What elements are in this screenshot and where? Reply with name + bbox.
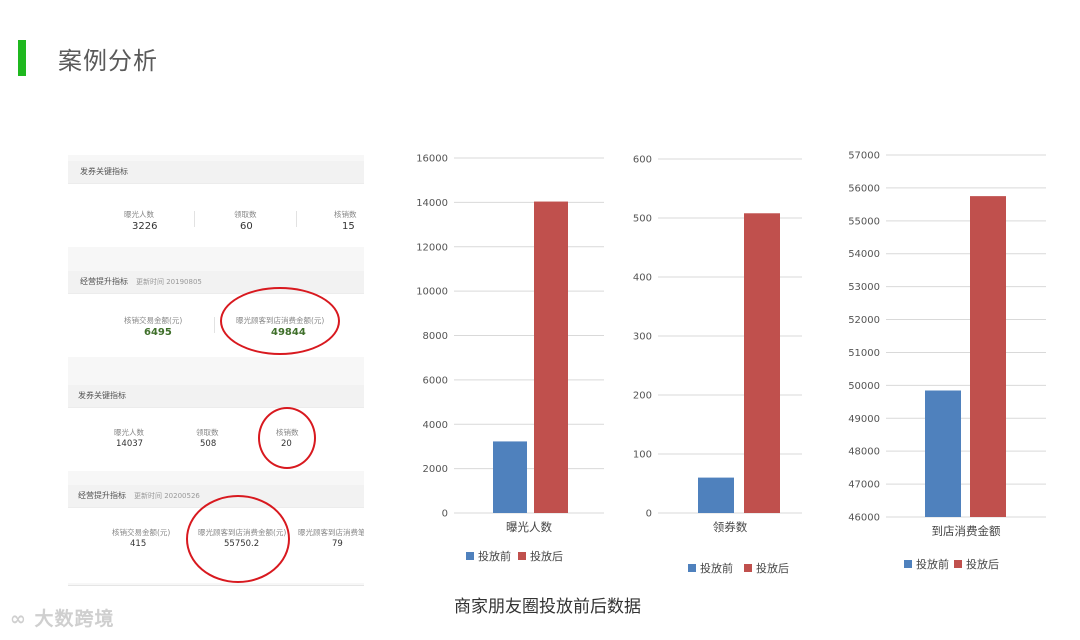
card-header: 发券关键指标 <box>80 167 128 176</box>
highlight-circle <box>186 495 290 583</box>
x-category-label: 曝光人数 <box>506 520 552 534</box>
y-tick-label: 300 <box>633 332 652 343</box>
metric-label: 核销交易金额(元) <box>124 316 183 325</box>
y-tick-label: 200 <box>633 391 652 402</box>
legend-swatch <box>518 552 526 560</box>
legend-label: 投放后 <box>530 549 563 563</box>
metric-label: 曝光人数 <box>124 210 154 219</box>
y-tick-label: 600 <box>633 155 652 166</box>
chart-caption: 商家朋友圈投放前后数据 <box>454 597 641 617</box>
bar-after <box>744 213 780 513</box>
metric-value: 415 <box>130 539 147 549</box>
watermark-logo: ∞ 大数跨境 <box>10 608 115 630</box>
metric-value: 15 <box>342 221 355 232</box>
y-tick-label: 46000 <box>848 513 880 524</box>
watermark-icon: ∞ <box>10 608 27 630</box>
metric-label: 领取数 <box>196 428 219 437</box>
exposure-bar-chart: 0 2000 4000 6000 8000 10000 12000 14000 16000 曝光人… <box>416 154 604 563</box>
y-tick-label: 16000 <box>416 154 448 165</box>
y-tick-label: 14000 <box>416 198 448 209</box>
legend-swatch <box>904 560 912 568</box>
highlight-circle <box>220 287 340 355</box>
bar-before <box>698 477 734 513</box>
y-tick-label: 55000 <box>848 216 880 227</box>
y-tick-label: 12000 <box>416 242 448 253</box>
legend-label: 投放前 <box>916 557 949 571</box>
coupon-metrics-card-after: 发券关键指标 曝光人数 14037 领取数 508 核销数 20 <box>68 385 364 471</box>
y-tick-label: 53000 <box>848 282 880 293</box>
metric-label: 核销交易金额(元) <box>112 528 171 537</box>
metrics-screenshot: 发券关键指标 曝光人数 3226 领取数 60 核销数 15 经营提升指标 更新… <box>68 155 364 586</box>
y-tick-label: 400 <box>633 273 652 284</box>
metric-label: 领取数 <box>234 210 257 219</box>
y-tick-label: 10000 <box>416 287 448 298</box>
y-tick-label: 56000 <box>848 183 880 194</box>
legend-swatch <box>688 564 696 572</box>
metric-value: 14037 <box>116 439 144 449</box>
bar-after <box>534 201 568 513</box>
y-tick-label: 4000 <box>423 420 448 431</box>
y-tick-label: 57000 <box>848 151 880 162</box>
title-accent-bar <box>18 40 26 76</box>
y-tick-label: 47000 <box>848 480 880 491</box>
metric-label: 核销数 <box>334 210 357 219</box>
y-tick-label: 54000 <box>848 249 880 260</box>
metric-value: 79 <box>332 539 343 549</box>
y-tick-label: 2000 <box>423 464 448 475</box>
x-category-label: 到店消费金额 <box>932 524 1001 538</box>
highlight-circle <box>258 407 316 469</box>
y-tick-label: 0 <box>442 509 448 520</box>
coupon-bar-chart: 0 100 200 300 400 500 600 领券数投放前 投放后 <box>633 155 802 575</box>
legend-label: 投放后 <box>966 557 999 571</box>
metric-value: 3226 <box>132 221 158 232</box>
legend-label: 投放前 <box>478 549 511 563</box>
y-tick-label: 500 <box>633 214 652 225</box>
bar-after <box>970 196 1006 517</box>
y-tick-label: 51000 <box>848 348 880 359</box>
y-tick-label: 0 <box>646 509 652 520</box>
y-tick-label: 6000 <box>423 375 448 386</box>
x-category-label: 领券数 <box>713 520 748 534</box>
coupon-metrics-card-before: 发券关键指标 曝光人数 3226 领取数 60 核销数 15 <box>68 161 364 247</box>
legend-label: 投放后 <box>756 561 789 575</box>
page-title: 案例分析 <box>58 47 158 75</box>
card-header: 经营提升指标 <box>80 277 128 286</box>
legend-swatch <box>466 552 474 560</box>
metric-value: 6495 <box>144 327 172 338</box>
store-spend-bar-chart: 46000 47000 48000 49000 50000 51000 52000 53000… <box>848 151 1046 571</box>
card-header: 发券关键指标 <box>78 391 126 400</box>
y-tick-label: 49000 <box>848 414 880 425</box>
metric-label: 曝光人数 <box>114 428 144 437</box>
bar-before <box>493 441 527 513</box>
metric-value: 60 <box>240 221 253 232</box>
metric-value: 508 <box>200 439 217 449</box>
y-tick-label: 52000 <box>848 315 880 326</box>
updated-time: 更新时间 20190805 <box>136 278 202 286</box>
y-tick-label: 100 <box>633 450 652 461</box>
y-tick-label: 50000 <box>848 381 880 392</box>
y-tick-label: 8000 <box>423 331 448 342</box>
legend-swatch <box>954 560 962 568</box>
metric-label: 曝光顾客到店消费笔 <box>298 528 364 537</box>
legend-swatch <box>744 564 752 572</box>
bar-before <box>925 390 961 517</box>
legend-label: 投放前 <box>700 561 733 575</box>
card-header: 经营提升指标 <box>78 491 126 500</box>
updated-time: 更新时间 20200526 <box>134 492 200 500</box>
y-tick-label: 48000 <box>848 447 880 458</box>
